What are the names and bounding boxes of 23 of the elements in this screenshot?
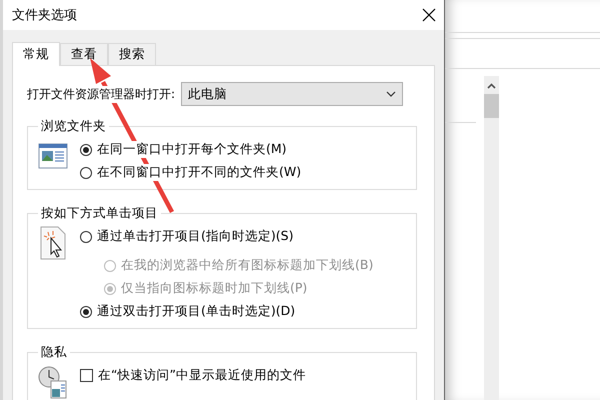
field-label: 打开文件资源管理器时打开: <box>27 86 176 102</box>
chevron-down-icon <box>386 91 396 97</box>
radio-button[interactable] <box>80 144 92 156</box>
close-icon[interactable] <box>422 8 436 22</box>
option-label: 仅当指向图标标题时加下划线(P) <box>121 280 308 297</box>
option-label: 在不同窗口中打开不同的文件夹(W) <box>97 164 302 181</box>
option-label: 通过双击打开项目(单击时选定)(D) <box>97 303 296 320</box>
option-label: 在我的浏览器中给所有图标标题加下划线(B) <box>121 257 374 274</box>
tab[interactable]: 搜索 <box>108 43 156 65</box>
radio-button[interactable] <box>80 230 92 242</box>
dropdown[interactable]: 此电脑 <box>181 82 404 106</box>
checkbox[interactable] <box>80 369 93 382</box>
radio-button[interactable] <box>80 166 92 178</box>
scrollbar-thumb[interactable] <box>484 94 499 118</box>
scrollbar[interactable] <box>484 76 499 400</box>
option-label: 在“快速访问”中显示最近使用的文件 <box>98 367 306 384</box>
option-label: 通过单击打开项目(指向时选定)(S) <box>97 228 294 245</box>
cursor-page-icon <box>38 226 68 260</box>
window-title: 文件夹选项 <box>12 7 77 24</box>
radio-button[interactable] <box>80 306 92 318</box>
tab[interactable]: 常规 <box>12 42 60 66</box>
tab[interactable]: 查看 <box>60 43 108 65</box>
option-label: 在同一窗口中打开每个文件夹(M) <box>97 141 287 158</box>
